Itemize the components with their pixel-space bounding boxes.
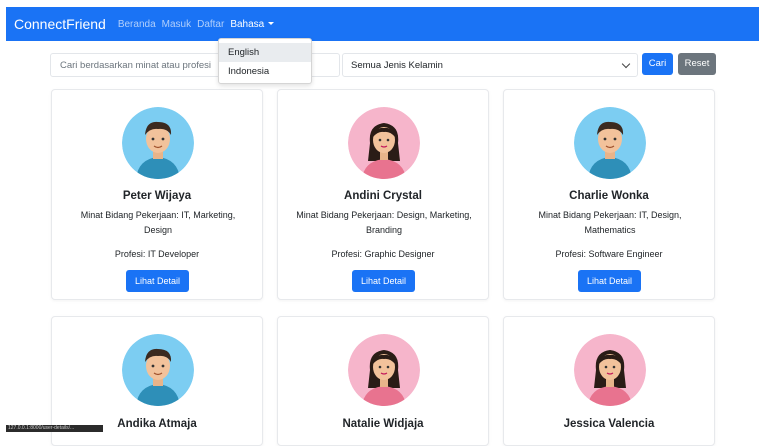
language-dropdown-toggle[interactable]: Bahasa [230,18,275,30]
view-detail-button[interactable]: Lihat Detail [578,270,641,292]
nav-daftar[interactable]: Daftar [197,19,224,30]
card-profession: Profesi: Software Engineer [555,249,663,259]
view-detail-button[interactable]: Lihat Detail [352,270,415,292]
card-profession: Profesi: IT Developer [114,249,200,259]
card-name: Peter Wijaya [122,190,192,202]
language-label: Bahasa [230,18,265,30]
card-name: Natalie Widjaja [342,418,424,430]
card-name: Charlie Wonka [569,190,649,202]
female-avatar-icon [348,334,420,406]
search-form: Cari berdasarkan minat atau profesi Semu… [50,53,720,77]
browser-status-url: 127.0.0.1:8000/user-details/... [6,425,103,432]
card-interest: Minat Bidang Pekerjaan: Design, Marketin… [296,210,472,235]
female-avatar-icon [348,107,420,179]
male-avatar-icon [122,334,194,406]
female-avatar-icon [574,334,646,406]
male-avatar-icon [574,107,646,179]
language-option-english[interactable]: English [219,43,311,62]
card-interest: Minat Bidang Pekerjaan: IT, Design, Math… [538,210,682,235]
user-card: Charlie Wonka Minat Bidang Pekerjaan: IT… [503,89,715,300]
reset-button[interactable]: Reset [678,53,716,75]
caret-down-icon [268,22,275,26]
chevron-down-icon [621,59,631,69]
user-card: Andini Crystal Minat Bidang Pekerjaan: D… [277,89,489,300]
nav-beranda[interactable]: Beranda [118,19,156,30]
brand-logo[interactable]: ConnectFriend [14,16,106,32]
navbar: ConnectFriend Beranda Masuk Daftar Bahas… [6,7,759,41]
search-button[interactable]: Cari [642,53,673,75]
user-card: Jessica Valencia [503,316,715,446]
user-card: Natalie Widjaja [277,316,489,446]
gender-select-value: Semua Jenis Kelamin [351,60,443,71]
view-detail-button[interactable]: Lihat Detail [126,270,189,292]
language-dropdown-menu: English Indonesia [218,38,312,84]
card-name: Andini Crystal [344,190,422,202]
card-name: Jessica Valencia [563,418,655,430]
male-avatar-icon [122,107,194,179]
user-card: Peter Wijaya Minat Bidang Pekerjaan: IT,… [51,89,263,300]
nav-masuk[interactable]: Masuk [162,19,191,30]
card-profession: Profesi: Graphic Designer [331,249,435,259]
language-option-indonesia[interactable]: Indonesia [219,62,311,81]
card-interest: Minat Bidang Pekerjaan: IT, Marketing, D… [80,210,236,235]
gender-select[interactable]: Semua Jenis Kelamin [342,53,638,77]
